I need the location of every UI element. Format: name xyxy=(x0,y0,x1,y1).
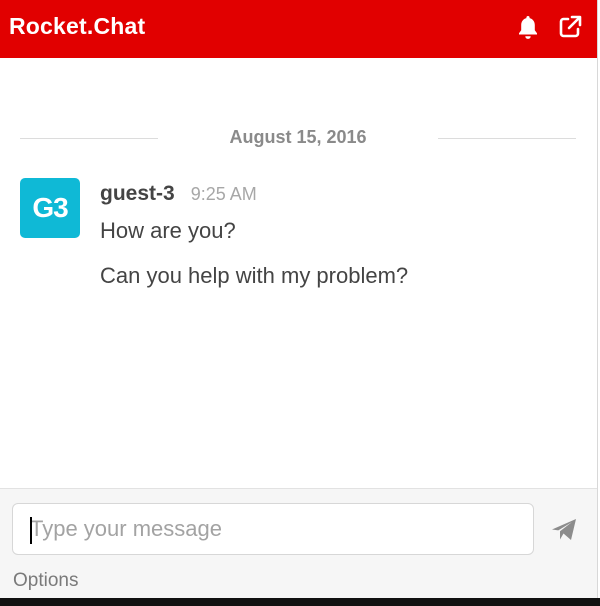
message-username[interactable]: guest-3 xyxy=(100,182,175,206)
widget-header: Rocket.Chat xyxy=(0,0,597,58)
livechat-widget: Rocket.Chat August 15, 2016 G3 guest-3 9… xyxy=(0,0,598,599)
avatar[interactable]: G3 xyxy=(20,178,80,238)
send-icon[interactable] xyxy=(548,516,580,544)
external-link-icon[interactable] xyxy=(557,14,583,40)
composer: Options xyxy=(0,488,597,599)
message-body: guest-3 9:25 AM How are you? Can you hel… xyxy=(100,182,580,289)
message-text: Can you help with my problem? xyxy=(100,263,409,288)
message-header: guest-3 9:25 AM xyxy=(100,182,580,206)
message-input[interactable] xyxy=(30,513,520,545)
divider-line-right xyxy=(438,138,576,139)
message-time: 9:25 AM xyxy=(190,184,257,204)
text-cursor xyxy=(30,517,32,544)
date-divider: August 15, 2016 xyxy=(20,126,576,150)
widget-title: Rocket.Chat xyxy=(9,13,146,39)
bell-icon[interactable] xyxy=(515,14,541,40)
options-link[interactable]: Options xyxy=(13,570,78,592)
message-list[interactable]: August 15, 2016 G3 guest-3 9:25 AM How a… xyxy=(0,58,597,488)
header-actions xyxy=(515,14,583,40)
message-text: How are you? xyxy=(100,218,236,243)
window-bottom-edge xyxy=(0,598,600,606)
message-input-box[interactable] xyxy=(12,503,534,555)
